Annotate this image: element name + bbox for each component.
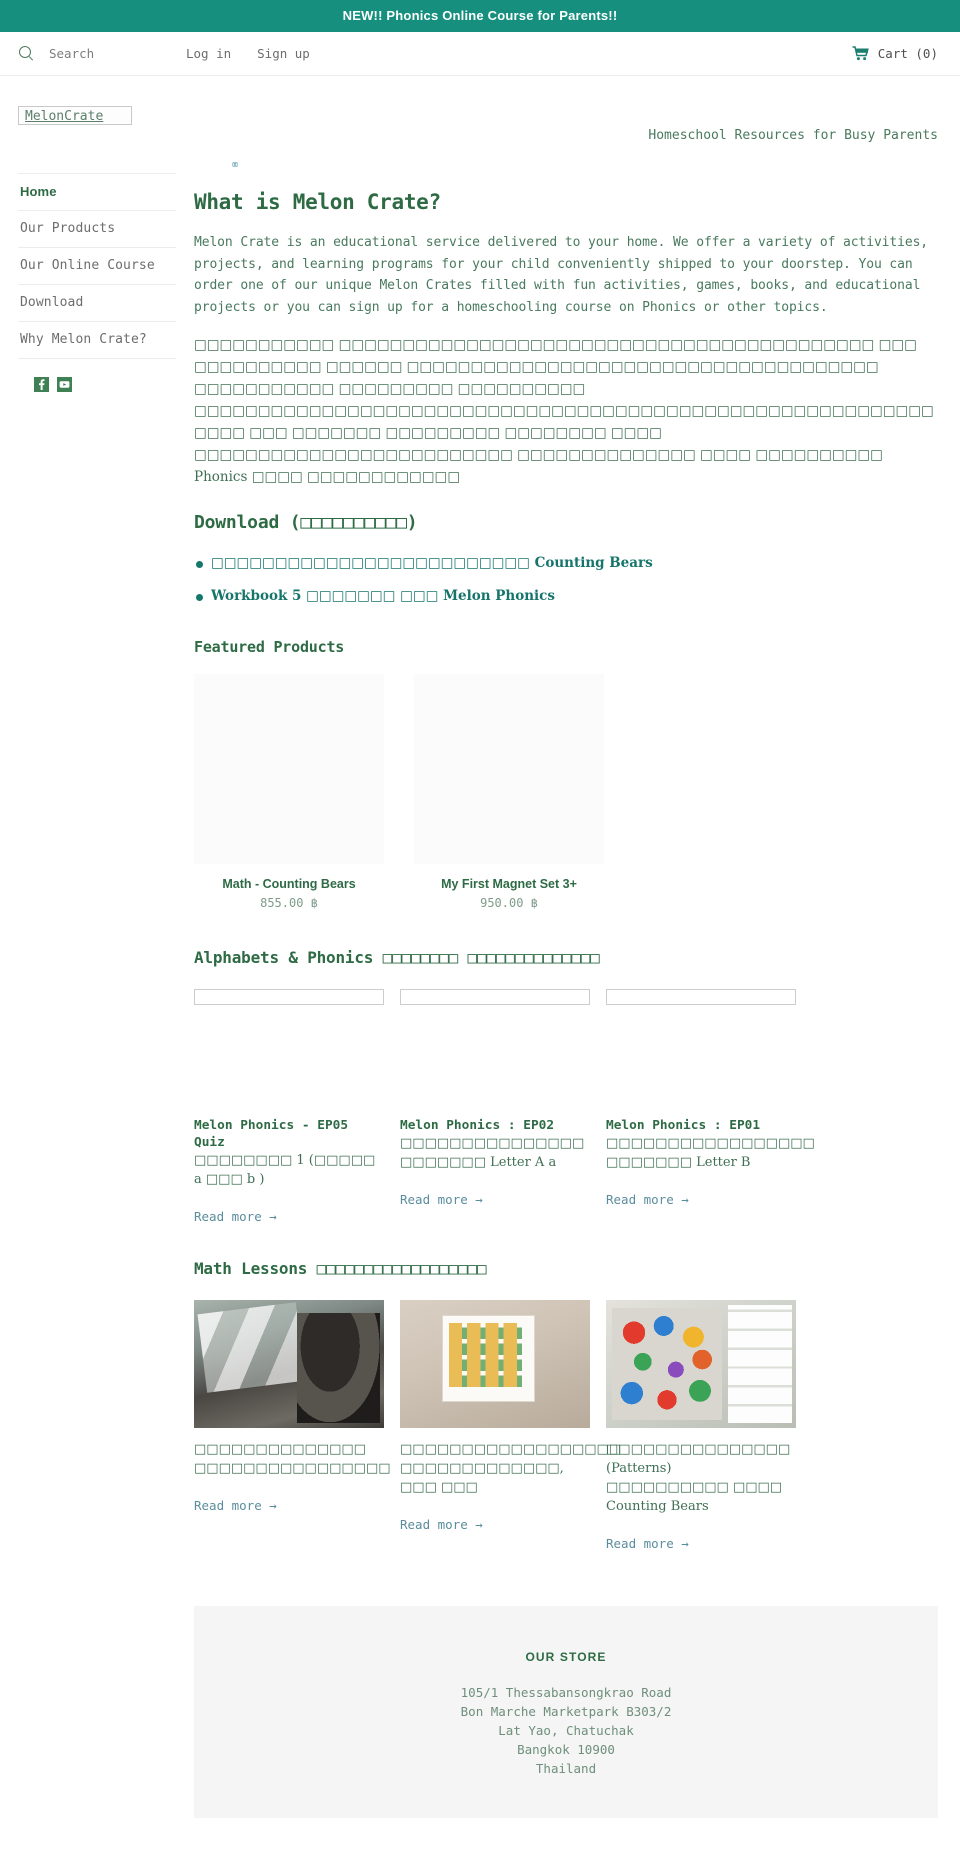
product-image[interactable] bbox=[414, 674, 604, 864]
read-more-link[interactable]: Read more → bbox=[194, 1498, 277, 1513]
footer-address-line: Bangkok 10900 bbox=[517, 1742, 615, 1757]
article-card: □□□□□□□□□□□□□□ □□□□□□□□□□□□□□□□ Read mor… bbox=[194, 1300, 391, 1552]
cart-label: Cart (0) bbox=[877, 46, 938, 61]
product-price: 950.00 ฿ bbox=[480, 896, 538, 910]
article-image[interactable] bbox=[606, 989, 796, 1005]
main-navigation: Home Our Products Our Online Course Down… bbox=[18, 173, 176, 359]
login-link[interactable]: Log in bbox=[186, 46, 231, 61]
search-icon[interactable] bbox=[18, 45, 35, 62]
sidebar-item-why-melon-crate[interactable]: Why Melon Crate? bbox=[18, 322, 176, 358]
sidebar-item-download[interactable]: Download bbox=[18, 285, 176, 321]
article-title-english[interactable]: Melon Phonics : EP01 bbox=[606, 1117, 796, 1134]
footer-wrapper: OUR STORE 105/1 Thessabansongkrao Road B… bbox=[0, 1606, 960, 1818]
article-image[interactable] bbox=[606, 1300, 796, 1428]
list-item: Our Products bbox=[18, 211, 176, 248]
read-more-link[interactable]: Read more → bbox=[606, 1192, 689, 1207]
product-card[interactable]: Math - Counting Bears 855.00 ฿ bbox=[194, 674, 384, 910]
article-card: Melon Phonics : EP02 □□□□□□□□□□□□□□□ □□□… bbox=[400, 989, 590, 1225]
featured-products-grid: Math - Counting Bears 855.00 ฿ My First … bbox=[194, 674, 938, 910]
search-input[interactable]: Search bbox=[49, 46, 94, 61]
download-link-counting-bears[interactable]: □□□□□□□□□□□□□□□□□□□□□□□□□ Counting Bears bbox=[211, 555, 653, 571]
product-card[interactable]: My First Magnet Set 3+ 950.00 ฿ bbox=[414, 674, 604, 910]
signup-link[interactable]: Sign up bbox=[257, 46, 310, 61]
cart-link[interactable]: Cart (0) bbox=[852, 46, 938, 61]
search-control[interactable]: Search bbox=[18, 45, 186, 62]
list-item: Home bbox=[18, 174, 176, 211]
article-card: Melon Phonics - EP05 Quiz □□□□□□□□ 1 (□□… bbox=[194, 989, 384, 1225]
article-image-spacer bbox=[606, 1005, 796, 1117]
article-image[interactable] bbox=[400, 1300, 590, 1428]
article-title-english[interactable]: Melon Phonics - EP05 Quiz bbox=[194, 1117, 384, 1151]
read-more-link[interactable]: Read more → bbox=[194, 1209, 277, 1224]
product-image[interactable] bbox=[194, 674, 384, 864]
product-title[interactable]: Math - Counting Bears bbox=[194, 877, 384, 891]
article-image[interactable] bbox=[194, 1300, 384, 1428]
footer-heading: OUR STORE bbox=[525, 1650, 607, 1664]
top-utility-bar: Search Log in Sign up Cart (0) bbox=[0, 32, 960, 76]
article-card: □□□□□□□□□□□□□□□ (Patterns) □□□□□□□□□□ □□… bbox=[606, 1300, 796, 1552]
list-item: □□□□□□□□□□□□□□□□□□□□□□□□□ Counting Bears bbox=[194, 555, 938, 571]
announcement-text: NEW!! Phonics Online Course for Parents!… bbox=[342, 8, 618, 23]
sidebar-item-our-online-course[interactable]: Our Online Course bbox=[18, 248, 176, 284]
site-logo[interactable]: MelonCrate bbox=[18, 106, 132, 125]
list-item: Why Melon Crate? bbox=[18, 322, 176, 359]
social-links bbox=[18, 359, 176, 392]
footer-address-line: 105/1 Thessabansongkrao Road bbox=[460, 1685, 672, 1700]
read-more-link[interactable]: Read more → bbox=[606, 1536, 689, 1551]
intro-paragraph-thai: □□□□□□□□□□□ □□□□□□□□□□□□□□□□□□□□□□□□□□□□… bbox=[194, 337, 934, 485]
site-tagline: Homeschool Resources for Busy Parents bbox=[648, 128, 938, 143]
article-excerpt-thai: □□□□□□□□□□□□□□ □□□□□□□□□□□□□□□□ bbox=[194, 1442, 391, 1476]
cart-icon bbox=[852, 46, 869, 61]
list-item: Our Online Course bbox=[18, 248, 176, 285]
article-title-thai: □□□□□□□□ 1 (□□□□□ a □□□ b ) bbox=[194, 1153, 376, 1187]
intro-paragraph-english: Melon Crate is an educational service de… bbox=[194, 235, 929, 315]
page-layout: Home Our Products Our Online Course Down… bbox=[0, 143, 960, 1562]
sidebar-item-our-products[interactable]: Our Products bbox=[18, 211, 176, 247]
article-card: Melon Phonics : EP01 □□□□□□□□□□□□□□□□□ □… bbox=[606, 989, 815, 1225]
download-list: □□□□□□□□□□□□□□□□□□□□□□□□□ Counting Bears… bbox=[194, 555, 938, 604]
page-title: What is Melon Crate? bbox=[194, 190, 441, 214]
download-link-workbook-5[interactable]: Workbook 5 □□□□□□□ □□□ Melon Phonics bbox=[211, 588, 555, 604]
article-title-thai: □□□□□□□□□□□□□□□ □□□□□□□ Letter A a bbox=[400, 1136, 585, 1170]
product-title[interactable]: My First Magnet Set 3+ bbox=[414, 877, 604, 891]
article-title-thai: □□□□□□□□□□□□□□□□□ □□□□□□□ Letter B bbox=[606, 1136, 815, 1170]
announcement-bar: NEW!! Phonics Online Course for Parents!… bbox=[0, 0, 960, 32]
auth-links: Log in Sign up bbox=[186, 46, 310, 61]
read-more-link[interactable]: Read more → bbox=[400, 1192, 483, 1207]
list-item: Download bbox=[18, 285, 176, 322]
featured-products-title: Featured Products bbox=[194, 638, 345, 656]
read-more-link[interactable]: Read more → bbox=[400, 1517, 483, 1532]
list-item: Workbook 5 □□□□□□□ □□□ Melon Phonics bbox=[194, 588, 938, 604]
sidebar: Home Our Products Our Online Course Down… bbox=[18, 143, 176, 392]
article-excerpt-thai: □□□□□□□□□□□□□□□ (Patterns) □□□□□□□□□□ □□… bbox=[606, 1442, 791, 1514]
footer: OUR STORE 105/1 Thessabansongkrao Road B… bbox=[194, 1606, 938, 1818]
math-article-grid: □□□□□□□□□□□□□□ □□□□□□□□□□□□□□□□ Read mor… bbox=[194, 1300, 938, 1552]
sidebar-item-home[interactable]: Home bbox=[18, 174, 176, 210]
footer-address-line: Lat Yao, Chatuchak bbox=[498, 1723, 634, 1738]
masthead: MelonCrate Homeschool Resources for Busy… bbox=[0, 76, 960, 143]
phonics-section-title: Alphabets & Phonics □□□□□□□□ □□□□□□□□□□□… bbox=[194, 948, 600, 967]
article-image[interactable] bbox=[400, 989, 590, 1005]
article-title-english[interactable]: Melon Phonics : EP02 bbox=[400, 1117, 590, 1134]
broken-image-icon: ⌧ bbox=[232, 160, 239, 171]
download-section-title: Download (□□□□□□□□□□) bbox=[194, 512, 418, 533]
facebook-icon[interactable] bbox=[34, 377, 49, 392]
article-image[interactable] bbox=[194, 989, 384, 1005]
product-price: 855.00 ฿ bbox=[260, 896, 318, 910]
math-section-title: Math Lessons □□□□□□□□□□□□□□□□□□ bbox=[194, 1259, 487, 1278]
article-excerpt-thai: □□□□□□□□□□□□□□□□□□ □□□□□□□□□□□□□, □□□ □□… bbox=[400, 1442, 622, 1495]
youtube-icon[interactable] bbox=[57, 377, 72, 392]
article-card: □□□□□□□□□□□□□□□□□□ □□□□□□□□□□□□□, □□□ □□… bbox=[400, 1300, 622, 1552]
footer-address-line: Bon Marche Marketpark B303/2 bbox=[460, 1704, 672, 1719]
footer-address-line: Thailand bbox=[535, 1761, 597, 1776]
article-image-spacer bbox=[194, 1005, 384, 1117]
main-content: ⌧ What is Melon Crate? Melon Crate is an… bbox=[176, 143, 938, 1562]
article-image-spacer bbox=[400, 1005, 590, 1117]
phonics-article-grid: Melon Phonics - EP05 Quiz □□□□□□□□ 1 (□□… bbox=[194, 989, 938, 1225]
